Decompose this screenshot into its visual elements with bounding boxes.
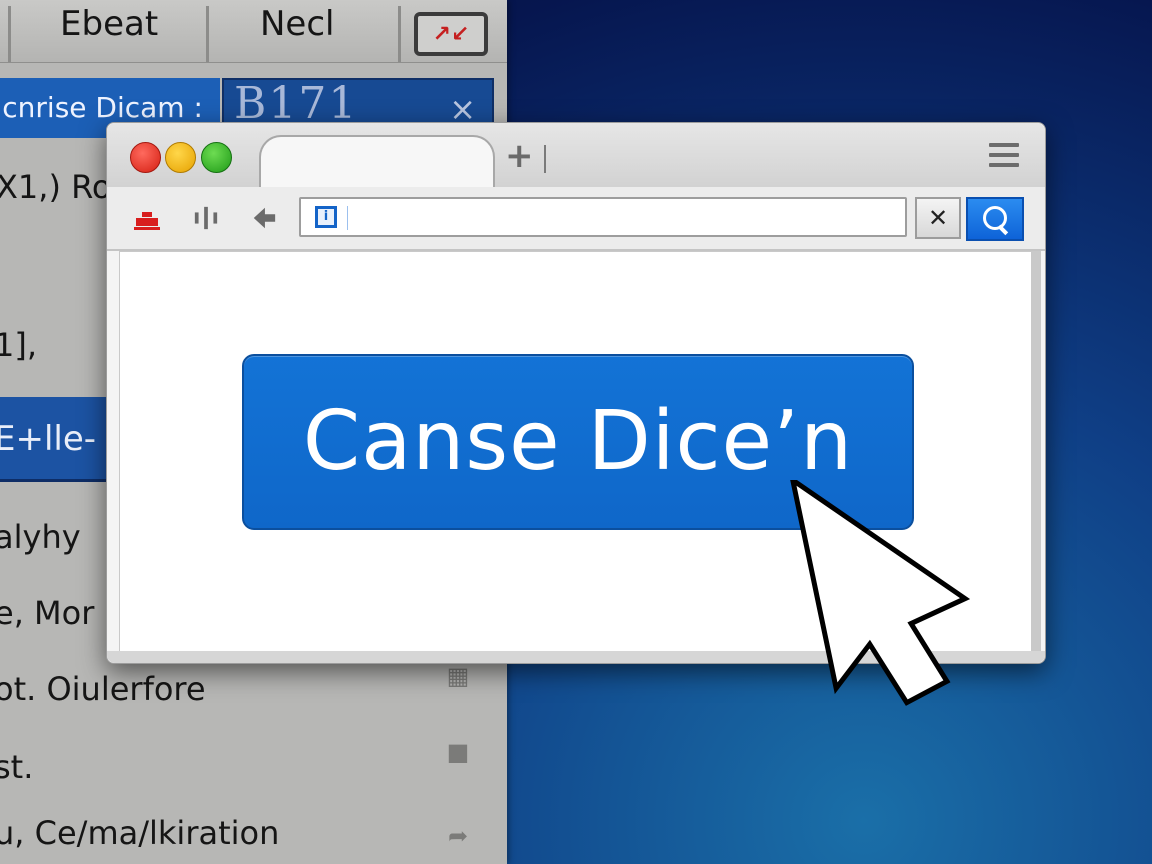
list-item[interactable]: 1],	[0, 326, 37, 364]
navigation-toolbar: i ✕	[107, 187, 1045, 251]
list-item[interactable]: e, Mor	[0, 594, 94, 632]
page-icon: i	[315, 206, 337, 228]
selected-list-item[interactable]: E+lle-	[0, 397, 120, 482]
toolbar-item-necl[interactable]: Necl	[260, 4, 335, 44]
list-item[interactable]: st.	[0, 748, 33, 786]
hamburger-menu-icon[interactable]	[989, 143, 1019, 169]
tab-separator	[544, 145, 546, 173]
list-item[interactable]: ot. Oiulerfore	[0, 670, 206, 708]
toolbar-item-ebeat[interactable]: Ebeat	[60, 4, 158, 44]
resize-icon[interactable]: ↗↙	[414, 12, 488, 56]
maximize-window-button[interactable]	[201, 142, 232, 173]
back-forward-icon[interactable]	[191, 205, 221, 231]
address-bar[interactable]: i	[299, 197, 907, 237]
new-tab-button[interactable]: +	[505, 139, 534, 173]
selected-list-item-label: E+lle-	[0, 419, 97, 459]
minimize-window-button[interactable]	[165, 142, 196, 173]
address-divider	[347, 206, 348, 230]
clear-button[interactable]: ✕	[915, 197, 961, 239]
vertical-scrollbar[interactable]	[1031, 251, 1041, 651]
home-icon[interactable]	[133, 207, 161, 233]
url-input[interactable]	[355, 203, 899, 233]
list-item[interactable]: u, Ce/ma/lkiration	[0, 814, 279, 852]
toolbar-separator	[206, 6, 209, 62]
pointer-cursor-icon	[790, 480, 970, 706]
list-item[interactable]: alyhy	[0, 518, 81, 556]
share-icon[interactable]: ➦	[445, 822, 471, 850]
toolbar-separator	[398, 6, 401, 62]
bookmark-icon[interactable]	[249, 205, 279, 231]
search-button[interactable]	[966, 197, 1024, 241]
grid-icon[interactable]: ▦	[445, 662, 471, 690]
close-window-button[interactable]	[130, 142, 161, 173]
background-toolbar: Ebeat Necl ↗↙	[0, 0, 507, 63]
toolbar-separator	[8, 6, 11, 62]
stop-icon[interactable]: ■	[445, 738, 471, 766]
title-bar: +	[107, 123, 1045, 191]
browser-tab[interactable]	[259, 135, 495, 191]
